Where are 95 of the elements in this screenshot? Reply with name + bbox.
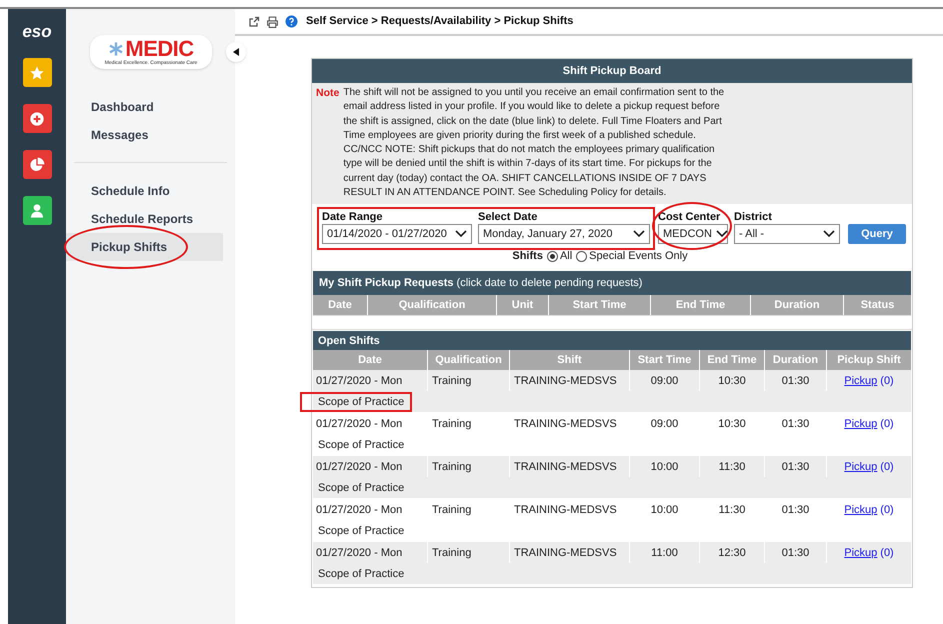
caret-left-icon (233, 48, 239, 56)
table-cell: 09:00 (630, 413, 700, 434)
help-icon[interactable] (285, 15, 298, 28)
table-cell: 11:30 (700, 499, 765, 520)
dropdown-field[interactable]: MEDCON (658, 224, 728, 244)
column-header: Duration (751, 295, 844, 316)
table-cell: 10:00 (630, 456, 700, 478)
pickup-link[interactable]: Pickup (844, 416, 878, 432)
plus-circle-icon (29, 110, 45, 126)
table-cell: Training (428, 413, 510, 434)
sidebar-item[interactable]: Schedule Reports (66, 205, 223, 233)
shift-note: Scope of Practice (317, 480, 406, 496)
pickup-count: (0) (880, 502, 894, 518)
table-cell: 01:30 (765, 370, 827, 392)
shift-note: Scope of Practice (317, 566, 406, 582)
collapse-button[interactable] (226, 42, 246, 62)
board-title: Shift Pickup Board (312, 59, 912, 83)
column-header: Pickup Shift (836, 353, 902, 368)
pickup-count: (0) (880, 416, 894, 432)
app-logo: eso (22, 23, 52, 41)
table-cell: 01/27/2020 - Mon (313, 413, 428, 434)
table-cell: 09:00 (630, 370, 700, 392)
table-cell: 01:30 (765, 456, 827, 478)
table-cell: TRAINING-MEDSVS (510, 413, 630, 434)
note-text: The shift will not be assigned to you until you receive an email confirmation sent to the email address listed in your profile. If you would like to delete a pickup request before the shift is assigned, click on the date (blue link) to delete. Full Time Floaters and Part Time employees are given priority during the first week of a published schedule. CC/NCC NOTE: Shift pickups that do not match the employees primary qualification type will be denied until the shift is within 7-days of its start time. For pickups for the current day (today) contact the OA. SHIFT CANCELLATIONS INSIDE OF 7 DAYS RESULT IN AN ATTENDANCE POINT. See Scheduling Policy for details. (343, 86, 726, 200)
shifts-label: Shifts (512, 249, 543, 264)
dropdown-caret-icon (716, 230, 728, 238)
table-cell: 10:00 (630, 499, 700, 520)
sidebar-item[interactable]: Schedule Info (66, 177, 223, 205)
table-cell: Training (428, 456, 510, 478)
star-icon (29, 64, 45, 80)
table-cell: 01:30 (765, 413, 827, 434)
table-cell: 01:30 (765, 542, 827, 564)
app-button[interactable] (22, 196, 52, 225)
table-cell: 10:30 (700, 413, 765, 434)
table-cell: 01/27/2020 - Mon (313, 456, 428, 478)
app-button[interactable] (22, 58, 52, 87)
pickup-count: (0) (880, 374, 894, 389)
query-button[interactable]: Query (848, 224, 906, 244)
dropdown-field[interactable]: - All - (734, 224, 840, 244)
column-header: Status (860, 298, 896, 314)
column-header: Date (313, 295, 368, 316)
print-icon[interactable] (266, 16, 279, 28)
radio-option[interactable]: All (546, 248, 572, 265)
table-cell: TRAINING-MEDSVS (510, 542, 630, 564)
table-cell: Training (428, 542, 510, 564)
pickup-count: (0) (880, 546, 894, 561)
table-cell: 10:30 (700, 370, 765, 392)
pickup-link[interactable]: Pickup (844, 372, 878, 390)
pickup-link[interactable]: Pickup (844, 458, 878, 476)
external-link-icon[interactable] (248, 16, 260, 28)
filter-label: Date Range (322, 210, 384, 224)
table-cell: 11:30 (700, 456, 765, 478)
table-cell: 01:30 (765, 499, 827, 520)
app-button[interactable] (22, 104, 52, 133)
shift-note: Scope of Practice (302, 394, 410, 410)
breadcrumb: Self Service > Requests/Availability > Pickup Shifts (306, 14, 574, 30)
section-header: My Shift Pickup Requests (click date to delete pending requests) (313, 271, 911, 296)
pickup-count: (0) (880, 460, 894, 475)
sidebar-item[interactable]: Pickup Shifts (66, 233, 223, 261)
note-label: Note (316, 86, 340, 101)
column-header: Unit (497, 295, 549, 316)
column-header: Start Time (549, 295, 651, 316)
table-cell: 01/27/2020 - Mon (313, 370, 428, 392)
table-cell: 12:30 (700, 542, 765, 564)
pickup-link[interactable]: Pickup (844, 502, 878, 518)
shift-note: Scope of Practice (317, 438, 406, 453)
table-cell: 01/27/2020 - Mon (313, 499, 428, 520)
table-cell: TRAINING-MEDSVS (510, 499, 630, 520)
column-header: Qualification (368, 295, 497, 316)
table-cell: 01/27/2020 - Mon (313, 542, 428, 564)
table-cell: TRAINING-MEDSVS (510, 370, 630, 392)
filter-label: Cost Center (658, 210, 722, 224)
shift-note: Scope of Practice (317, 524, 406, 539)
sidebar-item[interactable]: Messages (66, 121, 223, 149)
table-cell: Training (428, 499, 510, 520)
radio-option[interactable]: Special Events Only (576, 248, 688, 265)
filter-label: District (734, 210, 773, 224)
dropdown-field[interactable]: 01/14/2020 - 01/27/2020 (322, 224, 472, 244)
app-button[interactable] (22, 150, 52, 179)
table-cell: Training (428, 370, 510, 392)
dropdown-caret-icon (455, 230, 467, 238)
table-cell: 11:00 (630, 542, 700, 564)
sidebar-item[interactable]: Dashboard (66, 93, 223, 121)
section-header: Open Shifts (313, 331, 911, 350)
user-icon (29, 202, 45, 218)
table-cell: TRAINING-MEDSVS (510, 456, 630, 478)
asterisk-icon (108, 41, 124, 57)
filter-label: Select Date (478, 210, 538, 224)
dropdown-field[interactable]: Monday, January 27, 2020 (478, 224, 650, 244)
pickup-link[interactable]: Pickup (844, 544, 878, 562)
column-header: End Time (651, 295, 751, 316)
pie-chart-icon (29, 156, 45, 172)
dropdown-caret-icon (633, 230, 645, 238)
dropdown-caret-icon (823, 230, 835, 238)
